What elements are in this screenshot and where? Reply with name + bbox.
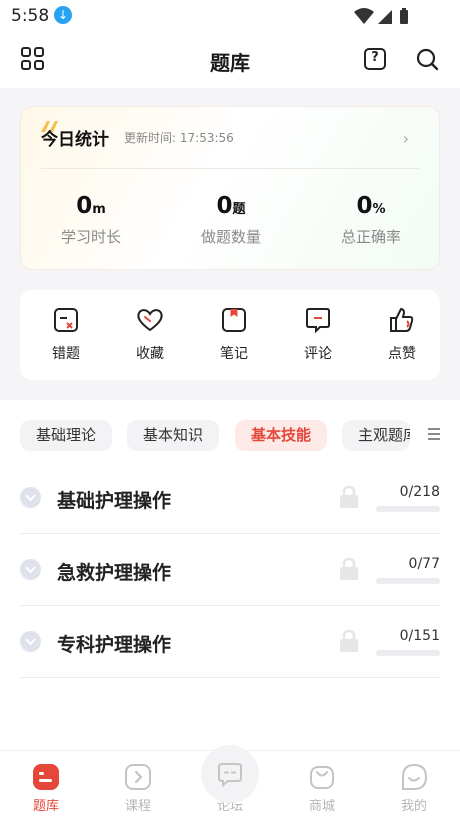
stat-study-time: 0m 学习时长 <box>21 193 161 247</box>
forum-chat-icon <box>218 763 242 788</box>
stat-unit: 题 <box>232 202 246 217</box>
subject-row[interactable]: 专科护理操作 0/151 <box>20 606 440 678</box>
divider <box>41 168 419 169</box>
tab-subjective-bank[interactable]: 主观题库 <box>342 420 410 451</box>
progress-count: 0/151 <box>399 628 440 644</box>
nav-forum[interactable]: 论坛 <box>184 745 276 814</box>
subject-name: 专科护理操作 <box>57 634 172 656</box>
stat-value: 0 <box>356 193 373 219</box>
wrong-note-icon <box>54 308 78 332</box>
quick-action-likes[interactable]: 点赞 <box>360 306 444 363</box>
lock-icon <box>340 485 358 508</box>
subject-name: 急救护理操作 <box>57 562 172 584</box>
tab-basic-knowledge[interactable]: 基本知识 <box>127 420 219 451</box>
tab-basic-skills[interactable]: 基本技能 <box>235 420 327 451</box>
progress-bar <box>376 578 440 584</box>
today-stats-card[interactable]: 今日统计 更新时间: 17:53:56 › 0m 学习时长 0题 做题数量 0%… <box>20 106 440 270</box>
tab-fade <box>410 420 428 451</box>
quick-action-wrong[interactable]: 错题 <box>24 306 108 363</box>
lock-icon <box>340 557 358 580</box>
stat-unit: % <box>372 202 386 217</box>
quick-action-label: 评论 <box>304 346 332 362</box>
shop-bag-icon <box>310 766 334 789</box>
nav-question-bank[interactable]: 题库 <box>0 763 92 814</box>
stat-label: 总正确率 <box>340 228 401 246</box>
status-time: 5:58 <box>11 6 50 26</box>
profile-smile-icon <box>402 763 428 790</box>
help-glyph: ? <box>371 50 379 65</box>
stats-title: 今日统计 <box>41 130 109 150</box>
nav-label: 商城 <box>308 799 335 814</box>
progress-count: 0/218 <box>399 484 440 500</box>
tab-menu-icon[interactable] <box>428 428 440 442</box>
nav-label: 我的 <box>400 799 427 814</box>
expand-chevron-icon[interactable] <box>20 559 41 580</box>
battery-icon <box>400 10 408 24</box>
nav-course[interactable]: 课程 <box>92 763 184 814</box>
help-button[interactable]: ? <box>362 46 388 72</box>
stat-label: 做题数量 <box>200 228 261 246</box>
progress-count: 0/77 <box>408 556 440 572</box>
stat-question-count: 0题 做题数量 <box>161 193 301 247</box>
category-tabs: 基础理论 基本知识 基本技能 主观题库 <box>0 420 460 452</box>
bottom-nav: 题库 课程 论坛 商城 我的 <box>0 745 460 818</box>
system-status-icons <box>354 8 408 24</box>
status-bar: 5:58 ↓ <box>0 0 460 32</box>
quick-action-label: 点赞 <box>388 346 416 362</box>
quick-action-label: 错题 <box>52 346 80 362</box>
lock-icon <box>340 629 358 652</box>
progress-bar <box>376 506 440 512</box>
nav-shop[interactable]: 商城 <box>276 763 368 814</box>
stat-label: 学习时长 <box>60 228 121 246</box>
subject-row[interactable]: 基础护理操作 0/218 <box>20 462 440 534</box>
download-icon: ↓ <box>54 6 72 24</box>
subject-content: 基础理论 基本知识 基本技能 主观题库 基础护理操作 0/218 急救护理操作 … <box>0 400 460 750</box>
nav-label: 题库 <box>32 799 59 814</box>
nav-label: 课程 <box>124 799 151 814</box>
expand-chevron-icon[interactable] <box>20 487 41 508</box>
search-icon[interactable] <box>414 46 440 72</box>
question-bank-icon <box>33 764 59 790</box>
update-time: 17:53:56 <box>179 131 234 145</box>
update-label: 更新时间: <box>124 131 177 145</box>
divider <box>20 677 440 678</box>
stat-accuracy: 0% 总正确率 <box>301 193 441 247</box>
quick-action-label: 笔记 <box>220 346 248 362</box>
nav-profile[interactable]: 我的 <box>368 763 460 814</box>
quick-action-label: 收藏 <box>136 346 164 362</box>
quick-action-comments[interactable]: 评论 <box>276 306 360 363</box>
stats-update-time: 更新时间: 17:53:56 <box>124 129 234 146</box>
tab-basic-theory[interactable]: 基础理论 <box>20 420 112 451</box>
subject-name: 基础护理操作 <box>57 490 172 512</box>
bookmark-note-icon <box>222 308 246 332</box>
stat-value: 0 <box>76 193 93 219</box>
subject-row[interactable]: 急救护理操作 0/77 <box>20 534 440 606</box>
page-title: 题库 <box>210 51 250 75</box>
stat-value: 0 <box>216 193 233 219</box>
wifi-icon <box>354 8 374 24</box>
progress-bar <box>376 650 440 656</box>
course-play-icon <box>125 764 151 790</box>
expand-chevron-icon[interactable] <box>20 631 41 652</box>
signal-icon <box>378 10 392 24</box>
quick-action-notes[interactable]: 笔记 <box>192 306 276 363</box>
chevron-right-icon[interactable]: › <box>403 129 409 148</box>
stat-unit: m <box>92 202 106 217</box>
comment-icon <box>306 308 330 334</box>
quick-action-favorite[interactable]: 收藏 <box>108 306 192 363</box>
heart-icon <box>137 309 163 332</box>
app-header: 题库 ? <box>0 32 460 88</box>
thumbs-up-icon <box>390 307 414 332</box>
forum-bubble <box>201 745 259 803</box>
quick-actions-card: 错题 收藏 笔记 评论 点赞 <box>20 290 440 380</box>
